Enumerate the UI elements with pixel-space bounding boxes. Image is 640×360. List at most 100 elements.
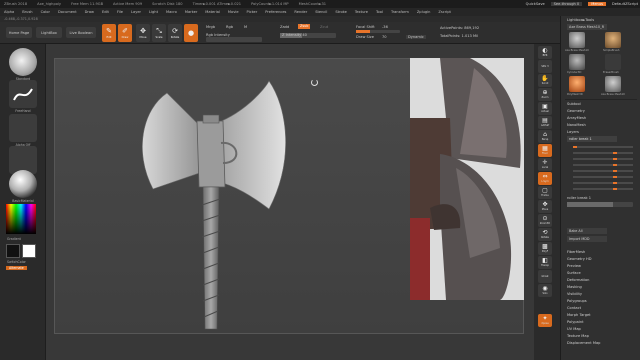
layer-row[interactable] (573, 158, 633, 160)
polygroups-section[interactable]: Polygroups (567, 299, 587, 303)
layer-row[interactable] (573, 152, 633, 154)
menu-brush[interactable]: Brush (22, 10, 32, 14)
uv-map-section[interactable]: UV Map (567, 327, 581, 331)
edit-button[interactable]: ✎ Edit (102, 24, 116, 42)
menu-movie[interactable]: Movie (228, 10, 239, 14)
fibermesh-section[interactable]: FiberMesh (567, 250, 585, 254)
arraymesh-section[interactable]: ArrayMesh (567, 116, 586, 120)
menu-zscript[interactable]: Zscript (438, 10, 450, 14)
menu-render[interactable]: Render (294, 10, 307, 14)
color-picker[interactable] (6, 204, 36, 234)
nanomesh-section[interactable]: NanoMesh (567, 123, 586, 127)
layer-strength-slider[interactable] (567, 202, 633, 207)
menu-draw[interactable]: Draw (85, 10, 94, 14)
menu-alpha[interactable]: Alpha (4, 10, 14, 14)
menu-preferences[interactable]: Preferences (265, 10, 286, 14)
menu-layer[interactable]: Layer (131, 10, 141, 14)
menu-color[interactable]: Color (41, 10, 50, 14)
mrgb-button[interactable]: Mrgb (206, 25, 215, 29)
material-sphere-button[interactable]: ● (184, 24, 198, 42)
layer-row[interactable] (573, 146, 633, 148)
scroll-button[interactable]: ✋ Scroll (538, 74, 552, 87)
deformation-section[interactable]: Deformation (567, 278, 589, 282)
contact-section[interactable]: Contact (567, 306, 581, 310)
tool-thumb-eraser[interactable] (605, 54, 621, 70)
current-tool-name[interactable]: Axe Brass Mesh10_R (567, 24, 607, 30)
polyf-button[interactable]: ▩ PolyF (538, 242, 552, 255)
lightbox-button[interactable]: LightBox (36, 27, 62, 38)
move-button[interactable]: ✥ Move (136, 24, 150, 42)
rgb-button[interactable]: Rgb (226, 25, 233, 29)
geometry-section[interactable]: Geometry (567, 109, 585, 113)
zoom3d-button[interactable]: ⊙ Zoom3D (538, 214, 552, 227)
alpha-selector[interactable]: Alpha Off (6, 114, 40, 147)
spix-button[interactable]: SPix 3 (538, 60, 552, 73)
subtool-section[interactable]: Subtool (567, 102, 581, 106)
local-button[interactable]: ✛ Local (538, 158, 552, 171)
rgb-intensity-slider[interactable] (206, 37, 262, 42)
masking-section[interactable]: Masking (567, 285, 582, 289)
dynamic-toggle[interactable]: Dynamic (406, 35, 426, 39)
menu-tool[interactable]: Tool (376, 10, 383, 14)
brush-selector[interactable]: Standard (6, 48, 40, 81)
preview-section[interactable]: Preview (567, 264, 581, 268)
ghost-button[interactable]: Ghost (538, 270, 552, 283)
texture-map-section[interactable]: Texture Map (567, 334, 589, 338)
lsym-button[interactable]: ⇔ L.Sym (538, 172, 552, 185)
menu-texture[interactable]: Texture (355, 10, 368, 14)
focal-shift-slider[interactable] (356, 30, 400, 33)
solo-button[interactable]: ◉ Solo (538, 284, 552, 297)
layer-row[interactable] (573, 188, 633, 190)
morph-target-section[interactable]: Morph Target (567, 313, 591, 317)
tool-thumb-axe-2[interactable] (605, 76, 621, 92)
floor-button[interactable]: ▦ Floor (538, 144, 552, 157)
default-zscript-button[interactable]: DefaultZScript (612, 2, 638, 6)
layer-row[interactable] (573, 164, 633, 166)
lightbox-tools-link[interactable]: Lightbox►Tools (567, 18, 594, 22)
xpose-button[interactable]: ✦ Xpose (538, 314, 552, 327)
quicksave-button[interactable]: QuickSave (526, 2, 545, 6)
geometry-hd-section[interactable]: Geometry HD (567, 257, 592, 261)
persp-button[interactable]: ⌂ Persp (538, 130, 552, 143)
menu-material[interactable]: Material (205, 10, 220, 14)
zcut-button[interactable]: Zcut (320, 25, 328, 29)
secondary-color-swatch[interactable] (22, 244, 36, 258)
menu-marker[interactable]: Marker (185, 10, 197, 14)
menu-light[interactable]: Light (149, 10, 158, 14)
menu-file[interactable]: File (117, 10, 123, 14)
alternate-button[interactable]: Alternate (6, 266, 27, 270)
rotate-view-button[interactable]: ⟲ Rotate (538, 228, 552, 241)
import-mdd-button[interactable]: Import MDD (567, 236, 607, 242)
rotate-button[interactable]: ⟳ Rotate (168, 24, 182, 42)
material-selector[interactable]: BasicMaterial (6, 170, 40, 203)
bpr-button[interactable]: ◐ BPR (538, 46, 552, 59)
home-page-button[interactable]: Home Page (6, 27, 32, 38)
visibility-section[interactable]: Visibility (567, 292, 582, 296)
layer-row[interactable] (573, 170, 633, 172)
tool-thumb-cylinder[interactable] (569, 54, 585, 70)
menu-edit[interactable]: Edit (102, 10, 109, 14)
draw-button[interactable]: ✐ Draw (118, 24, 132, 42)
menu-macro[interactable]: Macro (166, 10, 177, 14)
zadd-button[interactable]: Zadd (280, 25, 289, 29)
m-button[interactable]: M (244, 25, 247, 29)
transp-button[interactable]: ◧ Transp (538, 256, 552, 269)
actual-button[interactable]: ▣ Actual (538, 102, 552, 115)
tool-thumb-axe[interactable] (569, 32, 585, 48)
move-view-button[interactable]: ✥ Move (538, 200, 552, 213)
menu-transform[interactable]: Transform (391, 10, 409, 14)
stroke-selector[interactable]: FreeHand (6, 80, 40, 113)
surface-section[interactable]: Surface (567, 271, 581, 275)
switch-color-label[interactable]: SwitchColor (7, 260, 26, 264)
bake-all-button[interactable]: Bake All (567, 228, 607, 234)
displacement-map-section[interactable]: Displacement Map (567, 341, 600, 345)
layers-section[interactable]: Layers (567, 130, 579, 134)
layer-row[interactable] (573, 182, 633, 184)
layer-name-field[interactable]: roller break 1 (567, 136, 617, 142)
frame-button[interactable]: ▢ Frame (538, 186, 552, 199)
menus-button[interactable]: Menus (588, 2, 606, 6)
main-color-swatch[interactable] (6, 244, 20, 258)
zoom-button[interactable]: ⊕ Zoom (538, 88, 552, 101)
zsub-button[interactable]: Zsub (298, 24, 311, 29)
menu-stencil[interactable]: Stencil (315, 10, 327, 14)
